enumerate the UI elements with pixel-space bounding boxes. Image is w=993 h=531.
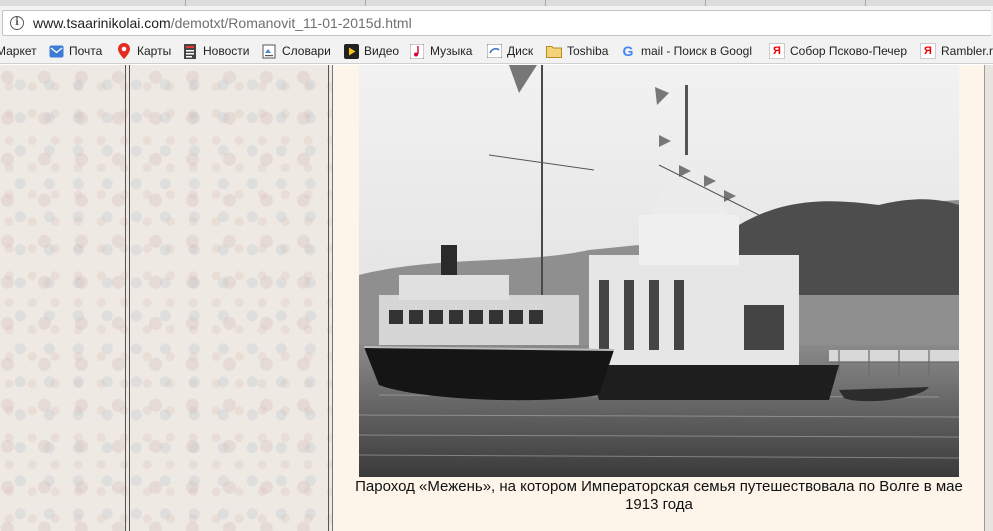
- bookmark-maps[interactable]: Карты: [116, 42, 171, 60]
- bookmark-google-search[interactable]: G mail - Поиск в Googl: [620, 42, 752, 60]
- url-text[interactable]: www.tsaarinikolai.com/demotxt/Romanovit_…: [33, 15, 412, 32]
- photo-caption: Пароход «Межень», на котором Императорск…: [355, 478, 963, 513]
- bookmark-label: Диск: [507, 44, 534, 58]
- bookmark-label: Собор Псково-Печер: [790, 44, 907, 58]
- bookmark-video[interactable]: Видео: [343, 42, 399, 60]
- content-panel: Пароход «Межень», на котором Императорск…: [332, 65, 984, 531]
- yandex-icon: Я: [920, 43, 936, 59]
- news-icon: [182, 43, 198, 59]
- browser-toolbar: i www.tsaarinikolai.com/demotxt/Romanovi…: [0, 6, 993, 38]
- bookmark-label: Toshiba: [567, 44, 609, 58]
- address-bar[interactable]: i www.tsaarinikolai.com/demotxt/Romanovi…: [2, 10, 991, 36]
- bookmark-mail[interactable]: Почта: [48, 42, 102, 60]
- dictionary-icon: [261, 43, 277, 59]
- map-pin-icon: [116, 43, 132, 59]
- bookmark-label: Почта: [69, 44, 103, 58]
- bookmark-label: Карты: [137, 44, 172, 58]
- bookmark-label: Видео: [364, 44, 400, 58]
- bookmark-market[interactable]: Маркет: [0, 42, 37, 60]
- right-decorative-edge: [984, 65, 993, 531]
- steamship-photo: [359, 65, 959, 477]
- left-decorative-column-2: [129, 65, 329, 531]
- url-host: www.tsaarinikolai.com: [33, 15, 171, 31]
- bookmark-label: Маркет: [0, 44, 37, 58]
- bookmark-label: Новости: [203, 44, 250, 58]
- web-page: Пароход «Межень», на котором Императорск…: [0, 65, 993, 531]
- bookmark-toshiba[interactable]: Toshiba: [546, 42, 608, 60]
- url-path: /demotxt/Romanovit_11-01-2015d.html: [170, 15, 412, 31]
- info-icon[interactable]: i: [10, 16, 24, 30]
- bookmark-label: Музыка: [430, 44, 473, 58]
- disk-icon: [486, 43, 502, 59]
- left-decorative-column: [0, 65, 126, 531]
- google-icon: G: [622, 43, 634, 59]
- bookmark-sobor[interactable]: Я Собор Псково-Печер: [769, 42, 907, 60]
- folder-icon: [546, 43, 562, 59]
- mail-icon: [48, 43, 64, 59]
- bookmark-label: mail - Поиск в Googl: [641, 44, 752, 58]
- bookmark-music[interactable]: Музыка: [409, 42, 472, 60]
- bookmark-news[interactable]: Новости: [182, 42, 249, 60]
- video-icon: [343, 43, 359, 59]
- bookmark-label: Rambler.r: [941, 44, 993, 58]
- bookmark-label: Словари: [282, 44, 331, 58]
- music-icon: [409, 43, 425, 59]
- bookmark-disk[interactable]: Диск: [486, 42, 533, 60]
- yandex-icon: Я: [769, 43, 785, 59]
- bookmarks-bar: Маркет Почта Карты Новости Словари Видео: [0, 38, 993, 64]
- bookmark-rambler[interactable]: Я Rambler.r: [920, 42, 993, 60]
- bookmark-dictionaries[interactable]: Словари: [261, 42, 331, 60]
